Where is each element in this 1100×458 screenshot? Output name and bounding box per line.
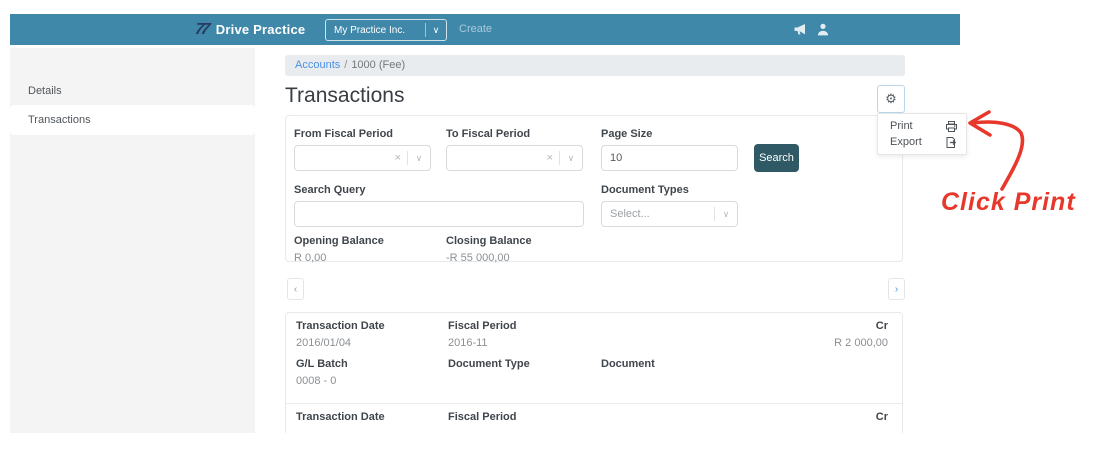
- search-button[interactable]: Search: [754, 144, 799, 172]
- search-query-field: [294, 201, 584, 227]
- document-types-select[interactable]: Select... ∨: [601, 201, 738, 227]
- to-fiscal-period-select[interactable]: × ∨: [446, 145, 583, 171]
- export-label: Export: [890, 136, 922, 148]
- breadcrumb-accounts-link[interactable]: Accounts: [295, 59, 340, 71]
- clear-icon[interactable]: ×: [541, 152, 559, 164]
- search-query-input[interactable]: [295, 202, 583, 226]
- export-icon: [946, 136, 957, 148]
- pagination-next-button[interactable]: ›: [888, 278, 905, 300]
- txn-value-row: 2016/01/04 2016-11 R 2 000,00: [296, 337, 888, 349]
- opening-balance-label: Opening Balance: [294, 235, 384, 247]
- chevron-down-icon[interactable]: ∨: [715, 209, 737, 220]
- search-query-label: Search Query: [294, 184, 366, 196]
- sidebar-item-transactions[interactable]: Transactions: [10, 105, 255, 135]
- filters-panel: From Fiscal Period To Fiscal Period Page…: [285, 115, 903, 264]
- txn-label-row: Transaction Date Fiscal Period Cr: [296, 320, 888, 332]
- clear-icon[interactable]: ×: [389, 152, 407, 164]
- create-menu[interactable]: Create: [459, 23, 492, 35]
- user-profile-icon[interactable]: [817, 23, 829, 36]
- chevron-right-icon: ›: [894, 283, 899, 295]
- document-types-label: Document Types: [601, 184, 689, 196]
- transaction-card: Transaction Date Fiscal Period Cr 2016/0…: [286, 313, 902, 403]
- print-label: Print: [890, 120, 913, 132]
- settings-button[interactable]: ⚙: [877, 85, 905, 113]
- opening-balance-value: R 0,00: [294, 252, 327, 264]
- transaction-date-label: Transaction Date: [296, 320, 385, 332]
- pagination-prev-button[interactable]: ‹: [287, 278, 304, 300]
- document-types-placeholder: Select...: [610, 208, 650, 220]
- practice-selector-value: My Practice Inc.: [334, 24, 406, 36]
- fiscal-period-label: Fiscal Period: [448, 411, 517, 423]
- chevron-down-icon[interactable]: ∨: [426, 25, 446, 36]
- screenshot-canvas: 77 Drive Practice My Practice Inc. ∨ Cre…: [0, 0, 1100, 458]
- annotation-text: Click Print: [941, 188, 1076, 216]
- settings-dropdown-menu: Print Export: [877, 113, 967, 155]
- breadcrumb-current: 1000 (Fee): [351, 59, 406, 71]
- breadcrumb: Accounts /1000 (Fee): [285, 55, 905, 76]
- breadcrumb-separator: /: [344, 59, 348, 71]
- chevron-down-icon[interactable]: ∨: [560, 153, 582, 164]
- sidebar: Details Transactions: [10, 48, 255, 433]
- brand-logo-icon: 77: [193, 20, 209, 38]
- page-size-input[interactable]: [602, 146, 737, 170]
- txn-label-row: Transaction Date Fiscal Period Cr: [296, 411, 888, 423]
- transaction-date-value: 2016/01/04: [296, 337, 352, 349]
- header-icons: [793, 14, 829, 45]
- transactions-list: Transaction Date Fiscal Period Cr 2016/0…: [285, 312, 903, 433]
- app-window: 77 Drive Practice My Practice Inc. ∨ Cre…: [0, 0, 1100, 433]
- document-type-value: [448, 375, 601, 387]
- cr-label: Cr: [875, 411, 888, 423]
- sidebar-item-details[interactable]: Details: [10, 77, 255, 105]
- cr-label: Cr: [875, 320, 888, 332]
- brand-name: Drive Practice: [215, 22, 306, 37]
- page-size-field: [601, 145, 738, 171]
- menu-item-export[interactable]: Export: [878, 134, 966, 150]
- from-fiscal-period-select[interactable]: × ∨: [294, 145, 431, 171]
- page-size-label: Page Size: [601, 128, 653, 140]
- gl-batch-value: 0008 - 0: [296, 375, 337, 387]
- txn-label-row: G/L Batch Document Type Document: [296, 358, 888, 370]
- from-fiscal-period-label: From Fiscal Period: [294, 128, 394, 140]
- cr-value: R 2 000,00: [834, 337, 888, 349]
- printer-icon: [946, 120, 957, 132]
- document-type-label: Document Type: [448, 358, 530, 370]
- brand: 77 Drive Practice: [193, 14, 306, 45]
- gear-icon: ⚙: [885, 91, 897, 106]
- app-header: 77 Drive Practice My Practice Inc. ∨ Cre…: [10, 14, 960, 45]
- transaction-date-label: Transaction Date: [296, 411, 385, 423]
- page-title: Transactions: [285, 84, 405, 107]
- announcements-icon[interactable]: [793, 23, 807, 36]
- closing-balance-label: Closing Balance: [446, 235, 532, 247]
- closing-balance-value: -R 55 000,00: [446, 252, 510, 264]
- transaction-card: Transaction Date Fiscal Period Cr: [286, 404, 902, 433]
- practice-selector[interactable]: My Practice Inc. ∨: [325, 19, 447, 41]
- chevron-left-icon: ‹: [293, 283, 298, 295]
- document-value: [601, 375, 798, 387]
- menu-item-print[interactable]: Print: [878, 118, 966, 134]
- fiscal-period-label: Fiscal Period: [448, 320, 517, 332]
- fiscal-period-value: 2016-11: [448, 337, 488, 349]
- chevron-down-icon[interactable]: ∨: [408, 153, 430, 164]
- gl-batch-label: G/L Batch: [296, 358, 348, 370]
- txn-value-row: 0008 - 0: [296, 375, 888, 387]
- document-label: Document: [601, 358, 655, 370]
- to-fiscal-period-label: To Fiscal Period: [446, 128, 531, 140]
